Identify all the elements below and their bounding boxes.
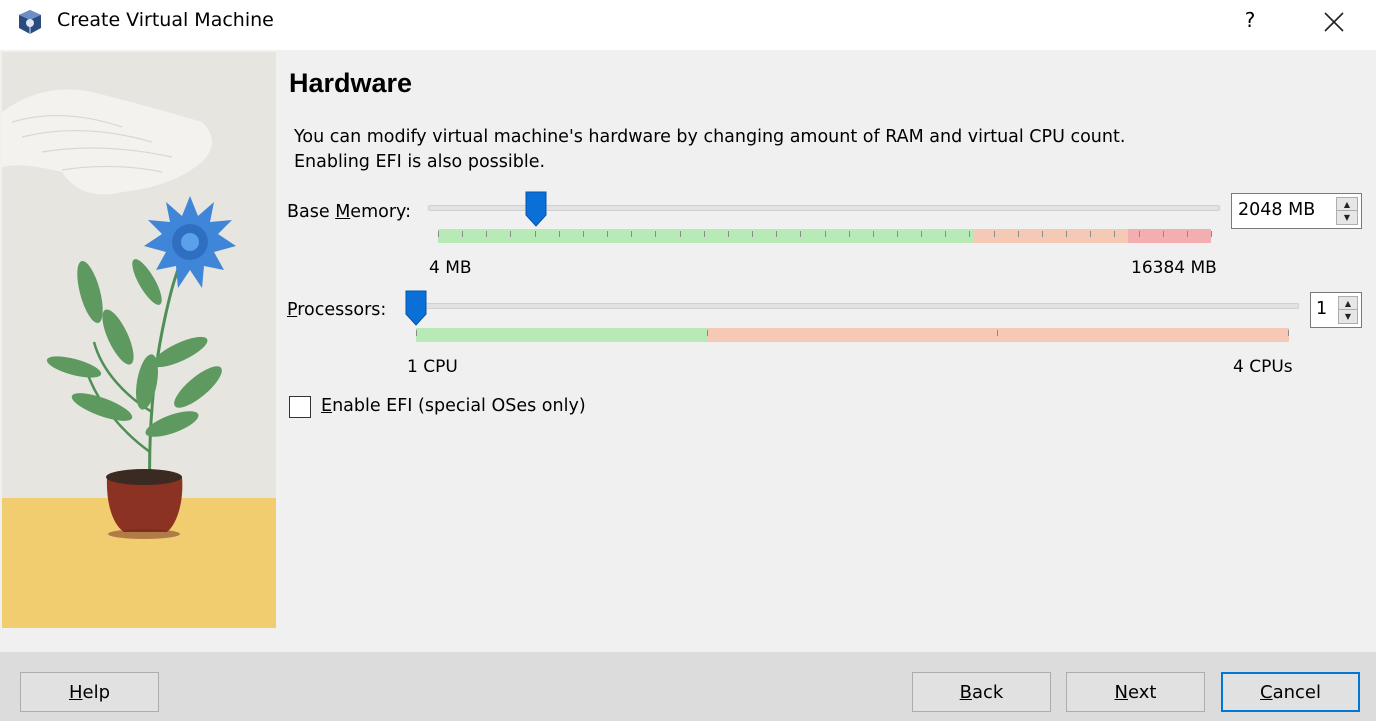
memory-tick	[486, 231, 487, 237]
base-memory-scale	[438, 229, 1212, 243]
spin-down-icon[interactable]: ▼	[1339, 310, 1357, 323]
memory-tick	[849, 231, 850, 237]
memory-max-label: 16384 MB	[1131, 258, 1217, 278]
processors-min-label: 1 CPU	[407, 357, 458, 377]
memory-tick	[752, 231, 753, 237]
memory-tick	[994, 231, 995, 237]
memory-tick	[607, 231, 608, 237]
spin-down-icon[interactable]: ▼	[1337, 211, 1357, 224]
wizard-banner-illustration	[2, 52, 276, 628]
memory-tick	[680, 231, 681, 237]
page-description: You can modify virtual machine's hardwar…	[294, 125, 1254, 175]
cancel-button-mnemonic[interactable]: C	[1260, 682, 1273, 703]
back-button[interactable]: Back	[912, 672, 1051, 712]
processors-label-mnemonic: P	[287, 300, 298, 320]
memory-tick	[945, 231, 946, 237]
context-help-button[interactable]: ?	[1238, 8, 1262, 32]
memory-tick	[800, 231, 801, 237]
processors-tick	[416, 330, 417, 336]
memory-tick	[462, 231, 463, 237]
memory-scale-danger-zone	[1128, 229, 1211, 243]
title-bar: Create Virtual Machine ?	[0, 0, 1376, 50]
processors-value[interactable]: 1	[1316, 299, 1327, 319]
memory-tick	[438, 231, 439, 237]
memory-tick	[510, 231, 511, 237]
back-button-mnemonic[interactable]: B	[960, 682, 972, 703]
page-title: Hardware	[289, 68, 413, 98]
processors-scale	[416, 328, 1289, 342]
memory-scale-warning-zone	[973, 229, 1128, 243]
memory-tick	[535, 231, 536, 237]
memory-tick	[921, 231, 922, 237]
processors-scale-warning-zone	[707, 328, 1289, 342]
close-icon[interactable]	[1320, 8, 1348, 36]
memory-tick	[897, 231, 898, 237]
enable-efi-label[interactable]: Enable EFI (special OSes only)	[321, 396, 586, 416]
memory-tick	[1139, 231, 1140, 237]
enable-efi-checkbox[interactable]	[289, 396, 311, 418]
base-memory-slider-thumb[interactable]	[525, 191, 547, 227]
back-button-rest[interactable]: ack	[972, 682, 1003, 703]
description-line-1: You can modify virtual machine's hardwar…	[294, 127, 1126, 147]
help-button[interactable]: Help	[20, 672, 159, 712]
processors-spin-buttons[interactable]: ▲ ▼	[1338, 296, 1358, 324]
cancel-button-rest[interactable]: ancel	[1273, 682, 1321, 703]
base-memory-spinbox[interactable]: 2048 MB ▲ ▼	[1231, 193, 1362, 229]
memory-tick	[1018, 231, 1019, 237]
enable-efi-label-mnemonic[interactable]: E	[321, 396, 332, 416]
memory-tick	[1066, 231, 1067, 237]
processors-slider-track[interactable]	[407, 303, 1299, 309]
flower-pot-illustration	[2, 52, 276, 628]
memory-tick	[631, 231, 632, 237]
spin-up-icon[interactable]: ▲	[1339, 297, 1357, 310]
memory-tick	[728, 231, 729, 237]
memory-min-label: 4 MB	[429, 258, 472, 278]
processors-tick	[1288, 330, 1289, 336]
next-button-rest[interactable]: ext	[1128, 682, 1156, 703]
memory-tick	[1187, 231, 1188, 237]
help-button-mnemonic[interactable]: H	[69, 682, 83, 703]
next-button-mnemonic[interactable]: N	[1115, 682, 1128, 703]
description-line-2: Enabling EFI is also possible.	[294, 152, 546, 172]
memory-tick	[969, 231, 970, 237]
cancel-button[interactable]: Cancel	[1221, 672, 1360, 712]
processors-tick	[997, 330, 998, 336]
processors-max-label: 4 CPUs	[1233, 357, 1293, 377]
memory-tick	[873, 231, 874, 237]
memory-tick	[1211, 231, 1212, 237]
memory-tick	[1114, 231, 1115, 237]
processors-spinbox[interactable]: 1 ▲ ▼	[1310, 292, 1362, 328]
memory-scale-safe-zone	[438, 229, 973, 243]
memory-tick	[1042, 231, 1043, 237]
processors-tick	[707, 330, 708, 336]
processors-slider-thumb[interactable]	[405, 290, 427, 326]
memory-tick	[655, 231, 656, 237]
processors-label-post: rocessors:	[297, 300, 387, 320]
base-memory-label-pre: Base	[287, 202, 336, 222]
spin-up-icon[interactable]: ▲	[1337, 198, 1357, 211]
virtualbox-icon	[19, 10, 41, 34]
next-button[interactable]: Next	[1066, 672, 1205, 712]
memory-tick	[825, 231, 826, 237]
base-memory-label: Base Memory:	[287, 202, 411, 222]
base-memory-label-mnemonic: M	[335, 202, 351, 222]
memory-tick	[559, 231, 560, 237]
memory-tick	[704, 231, 705, 237]
base-memory-spin-buttons[interactable]: ▲ ▼	[1336, 197, 1358, 225]
help-button-rest[interactable]: elp	[83, 682, 111, 703]
base-memory-value[interactable]: 2048 MB	[1238, 200, 1315, 220]
processors-scale-safe-zone	[416, 328, 707, 342]
memory-tick	[1163, 231, 1164, 237]
enable-efi-label-post[interactable]: nable EFI (special OSes only)	[332, 396, 586, 416]
memory-tick	[776, 231, 777, 237]
base-memory-label-post: emory:	[350, 202, 411, 222]
window-title: Create Virtual Machine	[57, 9, 274, 31]
memory-tick	[1090, 231, 1091, 237]
memory-tick	[583, 231, 584, 237]
processors-label: Processors:	[287, 300, 386, 320]
